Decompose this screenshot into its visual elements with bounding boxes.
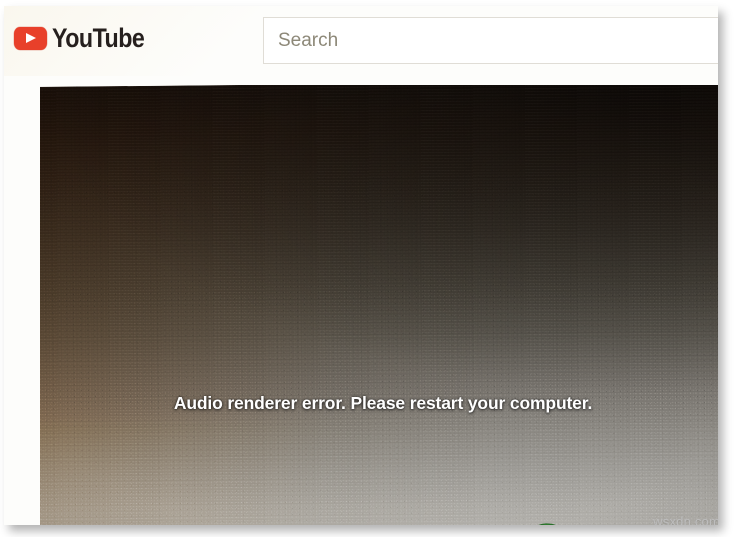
search-box[interactable] xyxy=(263,17,718,64)
youtube-page-photo: YouTube Audio renderer error. Please res… xyxy=(4,6,718,525)
audio-renderer-error-message: Audio renderer error. Please restart you… xyxy=(173,393,593,413)
video-screen-surface xyxy=(40,85,718,525)
youtube-play-icon xyxy=(14,27,47,50)
video-player[interactable]: Audio renderer error. Please restart you… xyxy=(40,85,718,525)
screenshot-root: YouTube Audio renderer error. Please res… xyxy=(0,0,736,537)
search-input[interactable] xyxy=(278,18,678,63)
video-noise-layer-2 xyxy=(40,85,718,525)
youtube-logo[interactable]: YouTube xyxy=(14,25,159,52)
youtube-header: YouTube xyxy=(4,6,718,84)
site-credit-watermark: wsxdn.com xyxy=(653,514,718,525)
youtube-wordmark: YouTube xyxy=(52,23,145,53)
